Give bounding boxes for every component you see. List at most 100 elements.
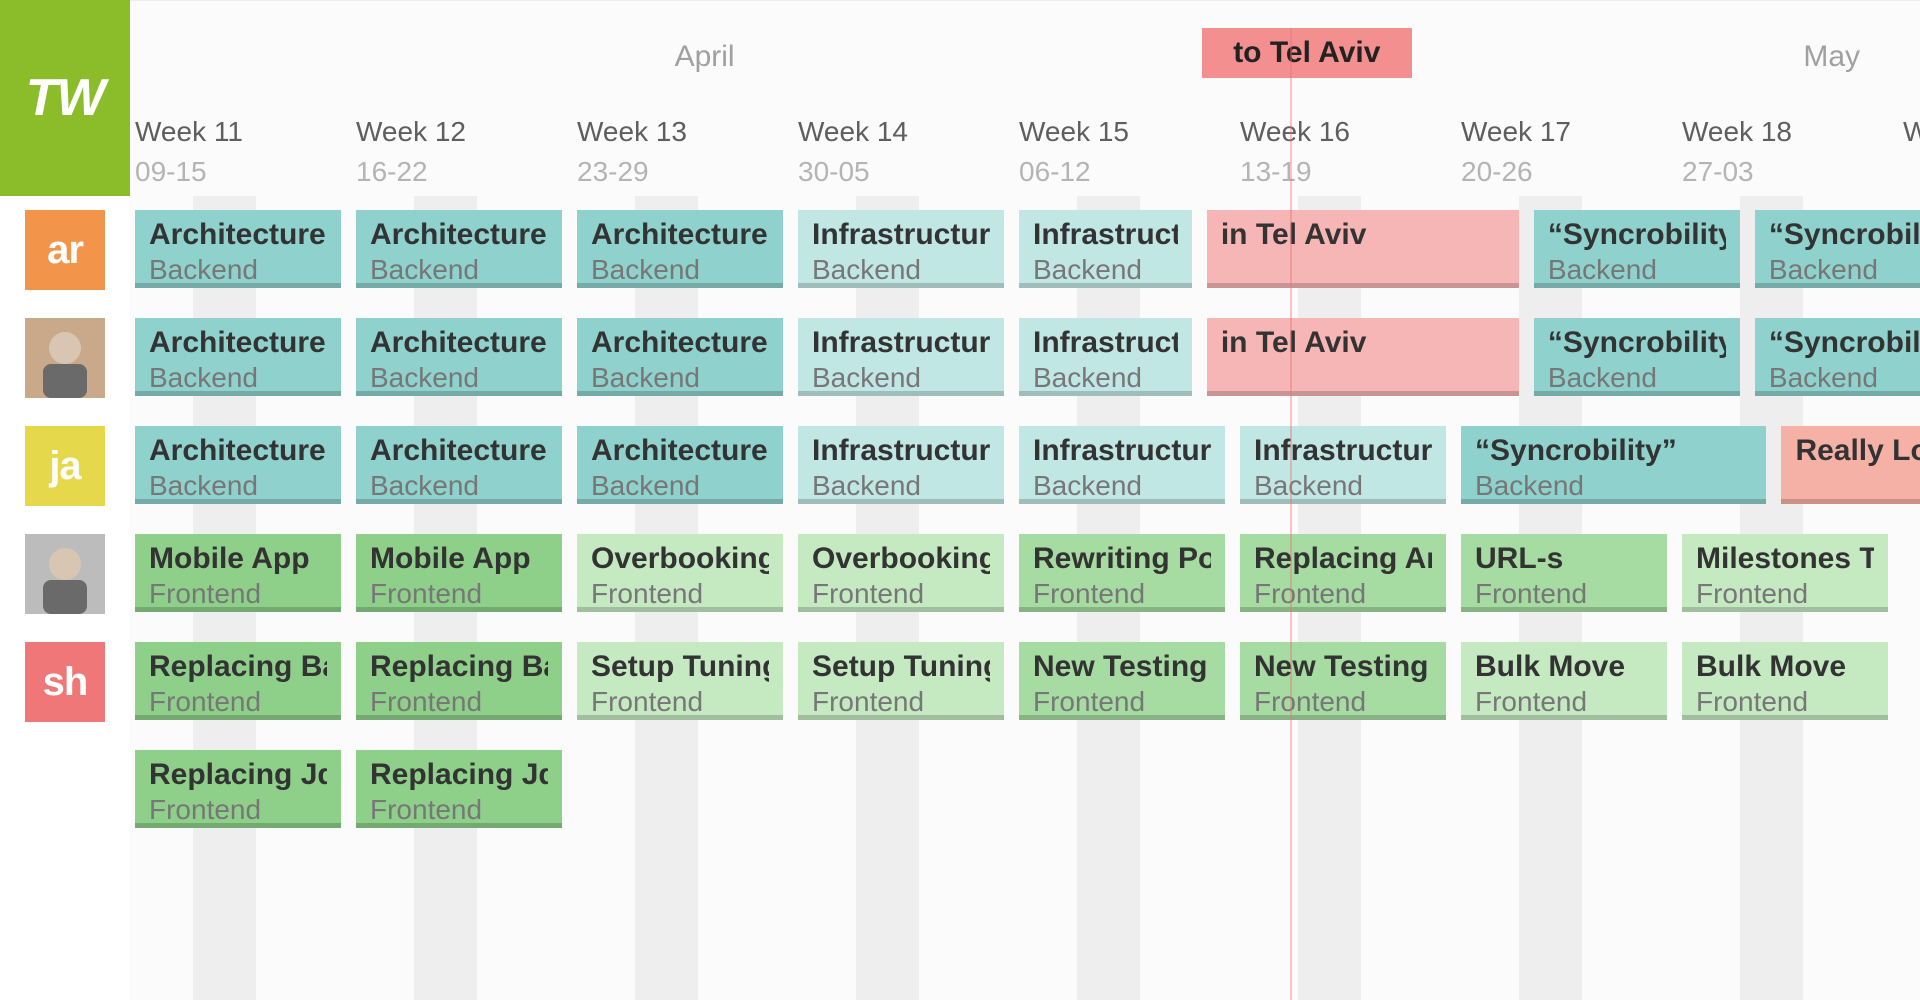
task-card-subtitle: Frontend [1696,686,1874,718]
week-range: 30-05 [798,156,1019,188]
week-header[interactable]: Week 18 27-03 [1682,116,1903,188]
task-card-subtitle: Backend [591,470,769,502]
week-label: Week 15 [1019,116,1240,148]
task-card[interactable]: Mobile App Frontend [135,534,341,612]
task-card[interactable]: “Syncrobility” Backend [1755,318,1920,396]
task-card[interactable]: Setup Tuning Frontend [577,642,783,720]
task-card-subtitle: Frontend [1254,686,1432,718]
timeline-event-pill[interactable]: to Tel Aviv [1202,28,1412,78]
task-card[interactable]: Replacing An Frontend [1240,534,1446,612]
week-header[interactable]: Week 11 09-15 [135,116,356,188]
task-card[interactable]: Bulk Move Frontend [1682,642,1888,720]
week-header[interactable]: Week 15 06-12 [1019,116,1240,188]
week-header[interactable]: Week 12 16-22 [356,116,577,188]
task-card[interactable]: Setup Tuning Frontend [798,642,1004,720]
task-card[interactable]: in Tel Aviv [1207,210,1519,288]
task-card-subtitle: Backend [591,362,769,394]
task-card[interactable]: Really Long [1781,426,1920,504]
avatar-p4[interactable] [25,534,105,614]
app-logo[interactable]: TW [0,0,130,196]
task-card[interactable]: Architecture Backend [356,318,562,396]
task-card-subtitle: Backend [1033,362,1178,394]
task-card-title: Architecture [370,218,548,252]
task-card-subtitle: Frontend [149,794,327,826]
task-card[interactable]: “Syncrobility” Backend [1534,318,1740,396]
task-card[interactable]: Overbooking Frontend [577,534,783,612]
task-card-title: Really Long [1795,434,1920,468]
task-card[interactable]: New Testing Frontend [1240,642,1446,720]
task-card[interactable]: Architecture Backend [135,318,341,396]
task-card-title: “Syncrobility” [1769,326,1920,360]
task-card[interactable]: Replacing Jq Frontend [135,750,341,828]
task-card-subtitle: Backend [1033,254,1178,286]
task-card-title: in Tel Aviv [1221,326,1505,360]
task-card[interactable]: Infrastructure Backend [1240,426,1446,504]
week-header[interactable]: Week 16 13-19 [1240,116,1461,188]
timeline-row: Architecture Backend Architecture Backen… [130,426,1920,534]
task-card[interactable]: Architecture Backend [577,318,783,396]
task-card[interactable]: Architecture Backend [135,210,341,288]
task-card[interactable]: Infrastructure Backend [798,318,1004,396]
task-card-title: Overbooking [812,542,990,576]
task-card-subtitle: Backend [812,362,990,394]
task-card[interactable]: Architecture Backend [577,426,783,504]
week-header[interactable]: Week 13 23-29 [577,116,798,188]
task-card[interactable]: “Syncrobility” Backend [1461,426,1766,504]
avatar-sh[interactable]: sh [25,642,105,722]
task-card-title: Infrastructure [1033,434,1211,468]
task-card[interactable]: Architecture Backend [356,210,562,288]
task-card-title: Infrastructure [812,218,990,252]
task-card[interactable]: Overbooking Frontend [798,534,1004,612]
task-card[interactable]: in Tel Aviv [1207,318,1519,396]
task-card[interactable]: Architecture Backend [577,210,783,288]
task-card-title: Architecture [370,434,548,468]
month-label: April [675,40,735,74]
week-range: 06-12 [1019,156,1240,188]
task-card-title: New Testing [1033,650,1211,684]
avatar-ja[interactable]: ja [25,426,105,506]
week-label: Week 11 [135,116,356,148]
task-card-subtitle: Frontend [1696,578,1874,610]
task-card-title: “Syncrobility” [1548,326,1726,360]
task-card[interactable]: Replacing Ba Frontend [356,642,562,720]
task-card-title: Architecture [149,326,327,360]
task-card[interactable]: Replacing Ba Frontend [135,642,341,720]
task-card[interactable]: Rewriting Po Frontend [1019,534,1225,612]
task-card-title: Infrastructure [812,326,990,360]
timeline-header: AprilMayto Tel Aviv Week 11 09-15 Week 1… [130,0,1920,196]
task-card-subtitle: Backend [1548,254,1726,286]
task-card[interactable]: Architecture Backend [135,426,341,504]
task-card[interactable]: New Testing Frontend [1019,642,1225,720]
task-card[interactable]: Infrastructure Backend [798,426,1004,504]
avatar-ar[interactable]: ar [25,210,105,290]
task-card-subtitle: Backend [149,362,327,394]
task-card[interactable]: Bulk Move Frontend [1461,642,1667,720]
task-card[interactable]: Architecture Backend [356,426,562,504]
avatar-photo-icon [25,318,105,398]
avatar-p2[interactable] [25,318,105,398]
task-card[interactable]: “Syncrobility” Backend [1755,210,1920,288]
task-card-subtitle: Backend [370,254,548,286]
task-card-title: Architecture [591,434,769,468]
task-card[interactable]: Mobile App Frontend [356,534,562,612]
week-header[interactable]: Week 14 30-05 [798,116,1019,188]
task-card[interactable]: Infrastructure Backend [1019,318,1192,396]
task-card-title: Replacing Jq [370,758,548,792]
task-card[interactable]: URL-s Frontend [1461,534,1667,612]
week-header[interactable]: W [1903,116,1920,156]
task-card[interactable]: Infrastructure Backend [1019,210,1192,288]
task-card-subtitle: Backend [1254,470,1432,502]
task-card-title: Overbooking [591,542,769,576]
task-card-subtitle: Frontend [1475,686,1653,718]
task-card[interactable]: Milestones T Frontend [1682,534,1888,612]
task-card-title: in Tel Aviv [1221,218,1505,252]
task-card[interactable]: Replacing Jq Frontend [356,750,562,828]
task-card-title: Replacing Jq [149,758,327,792]
task-card-subtitle: Backend [149,254,327,286]
task-card[interactable]: Infrastructure Backend [798,210,1004,288]
task-card-title: Mobile App [370,542,548,576]
task-card-title: Setup Tuning [812,650,990,684]
week-header[interactable]: Week 17 20-26 [1461,116,1682,188]
task-card[interactable]: Infrastructure Backend [1019,426,1225,504]
task-card[interactable]: “Syncrobility” Backend [1534,210,1740,288]
